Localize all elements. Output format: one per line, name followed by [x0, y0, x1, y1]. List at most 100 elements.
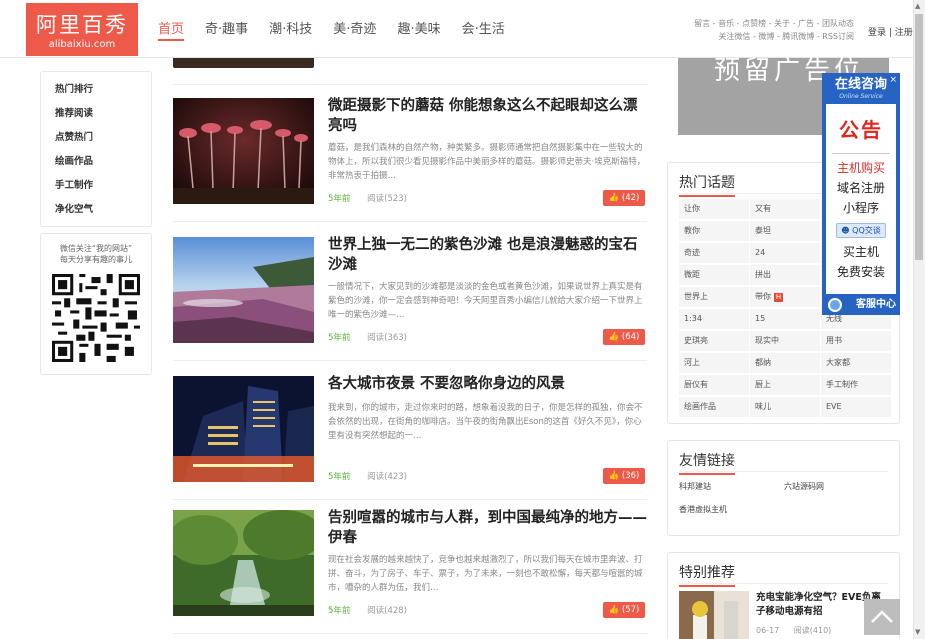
nav-item-fun[interactable]: 奇·趣事 [205, 20, 248, 40]
article-time: 5年前 [328, 606, 351, 616]
hot-topic-tag[interactable]: 厨仪有 [679, 375, 749, 395]
customer-service-label: 客服中心 [856, 299, 896, 310]
like-button[interactable]: 👍 (36) [603, 468, 645, 484]
hot-topic-tag[interactable]: 厨上 [750, 375, 820, 395]
menu-item-recommended[interactable]: 推荐阅读 [41, 107, 151, 131]
site-logo[interactable]: 阿里百秀 alibaixiu.com [26, 3, 138, 56]
nav-item-life[interactable]: 会·生活 [462, 20, 505, 40]
article-thumbnail-city-night[interactable] [173, 376, 314, 482]
hot-topic-tag[interactable]: 现实中 [750, 331, 820, 351]
online-service-subtitle: Online Service [839, 93, 883, 100]
like-count: (36) [621, 471, 640, 481]
hot-topic-tag[interactable]: 教你 [679, 221, 749, 241]
hot-topic-label: 无线 [826, 314, 842, 323]
online-service-widget: 在线咨询 Online Service × 公告 主机购买 域名注册 小程序 ☻… [822, 73, 900, 315]
article-meta: 5年前 阅读(428) [328, 604, 407, 616]
hot-topic-tag[interactable]: 大家都 [821, 353, 891, 373]
like-button[interactable]: 👍 (64) [603, 329, 645, 345]
service-line: 免费安装 [836, 265, 885, 279]
top-links-line1[interactable]: 留言 - 音乐 - 点赞榜 - 关于 - 广告 - 团队动态 [672, 17, 854, 30]
friend-link[interactable]: 香港虚拟主机 [679, 504, 727, 515]
nav-item-food[interactable]: 趣·美味 [397, 20, 440, 40]
article-read-count: 阅读(428) [367, 606, 407, 616]
article-title[interactable]: 各大城市夜景 不要忽略你身边的风景 [328, 374, 647, 394]
article-thumbnail-mushroom[interactable] [173, 98, 314, 204]
hot-topic-tag[interactable]: 1:34 [679, 309, 749, 329]
login-register-link[interactable]: 登录 | 注册 [868, 25, 913, 38]
menu-item-hot-rank[interactable]: 热门排行 [41, 83, 151, 107]
hot-topic-tag[interactable]: 手工制作 [821, 375, 891, 395]
hot-topic-tag[interactable]: 带你 H [750, 287, 820, 307]
friend-link[interactable]: 科邦建站 [679, 481, 711, 492]
logo-text: 阿里百秀 [36, 13, 128, 37]
hot-topic-label: 24 [755, 248, 766, 257]
article-meta: 5年前 阅读(523) [328, 192, 407, 204]
previous-article-image[interactable] [173, 58, 314, 68]
hot-topic-tag[interactable]: 24 [750, 243, 820, 263]
article-read-count: 阅读(423) [367, 472, 407, 482]
nav-item-home[interactable]: 首页 [158, 20, 185, 41]
recommend-read: 阅读(410) [793, 626, 832, 635]
recommend-meta: 06-17 阅读(410) [756, 625, 831, 636]
like-count: (57) [621, 605, 640, 615]
hot-topic-tag[interactable]: 味儿 [750, 397, 820, 417]
hot-topic-tag[interactable]: 又有 [750, 199, 820, 219]
article-title[interactable]: 世界上独一无二的紫色沙滩 也是浪漫魅惑的宝石沙滩 [328, 235, 647, 275]
customer-service-button[interactable]: 客服中心 [822, 295, 900, 315]
scroll-down-arrow[interactable]: ▼ [915, 628, 920, 636]
recommend-thumbnail[interactable] [679, 591, 749, 639]
menu-item-paintings[interactable]: 绘画作品 [41, 155, 151, 179]
hot-topic-label: 泰坦 [755, 226, 771, 235]
online-service-body: 公告 主机购买 域名注册 小程序 ☻ QQ交谈 买主机 免费安装 [826, 104, 896, 294]
menu-item-most-liked[interactable]: 点赞热门 [41, 131, 151, 155]
hot-topic-tag[interactable]: 绘画作品 [679, 397, 749, 417]
hot-topic-label: 手工制作 [826, 380, 858, 389]
top-links-line2[interactable]: 关注微信 - 微博 - 腾讯微博 - RSS订阅 [672, 30, 854, 43]
qq-icon: ☻ [841, 226, 850, 235]
hot-topic-label: 河上 [684, 358, 700, 367]
hot-topic-tag[interactable]: 15 [750, 309, 820, 329]
recommend-date: 06-17 [756, 626, 780, 635]
back-to-top-button[interactable] [864, 599, 900, 635]
hot-topic-tag[interactable]: 都纳 [750, 353, 820, 373]
article-item: 微距摄影下的蘑菇 你能想象这么不起眼却这么漂亮吗 蘑菇，是我们森林的自然产物，种… [173, 84, 647, 222]
hot-topic-tag[interactable]: 用书 [821, 331, 891, 351]
wechat-line1: 微信关注“我的网站” [59, 244, 133, 253]
like-button[interactable]: 👍 (42) [603, 190, 645, 206]
menu-item-air-purify[interactable]: 净化空气 [41, 203, 151, 227]
scrollbar-thumb[interactable] [915, 14, 923, 260]
divider [832, 153, 890, 154]
wechat-line2: 每天分享有趣的事儿 [60, 255, 132, 264]
divider [679, 471, 888, 472]
hot-topic-tag[interactable]: 世界上 [679, 287, 749, 307]
article-meta: 5年前 阅读(363) [328, 331, 407, 343]
thumb-up-icon: 👍 [608, 193, 620, 203]
qq-chat-button[interactable]: ☻ QQ交谈 [836, 223, 886, 238]
hot-topic-tag[interactable]: 让你 [679, 199, 749, 219]
article-title[interactable]: 微距摄影下的蘑菇 你能想象这么不起眼却这么漂亮吗 [328, 96, 647, 136]
hot-topic-label: 教你 [684, 226, 700, 235]
article-meta: 5年前 阅读(423) [328, 470, 407, 482]
hot-topic-label: 厨仪有 [684, 380, 708, 389]
hot-topic-tag[interactable]: 河上 [679, 353, 749, 373]
friend-links-panel: 友情链接 科邦建站 六站源码网 香港虚拟主机 [667, 440, 900, 536]
article-read-count: 阅读(363) [367, 333, 407, 343]
hot-topic-tag[interactable]: 泰坦 [750, 221, 820, 241]
article-thumbnail-forest[interactable] [173, 510, 314, 616]
friend-link[interactable]: 六站源码网 [784, 481, 824, 492]
like-button[interactable]: 👍 (57) [603, 602, 645, 618]
hot-topic-label: 奇迹 [684, 248, 700, 257]
hot-topic-tag[interactable]: EVE [821, 397, 891, 417]
scroll-up-arrow[interactable]: ▲ [915, 2, 920, 10]
menu-item-handmade[interactable]: 手工制作 [41, 179, 151, 203]
article-title[interactable]: 告别喧嚣的城市与人群，到中国最纯净的地方——伊春 [328, 508, 647, 548]
hot-topic-tag[interactable]: 史琪亮 [679, 331, 749, 351]
hot-topic-tag[interactable]: 微距 [679, 265, 749, 285]
nav-item-wonder[interactable]: 美·奇迹 [333, 20, 376, 40]
hot-topic-tag[interactable]: 奇迹 [679, 243, 749, 263]
hot-topic-tag[interactable]: 拼出 [750, 265, 820, 285]
article-thumbnail-purple-beach[interactable] [173, 237, 314, 343]
close-icon[interactable]: × [889, 75, 897, 85]
top-links[interactable]: 留言 - 音乐 - 点赞榜 - 关于 - 广告 - 团队动态 关注微信 - 微博… [672, 17, 854, 43]
nav-item-tech[interactable]: 潮·科技 [269, 20, 312, 40]
